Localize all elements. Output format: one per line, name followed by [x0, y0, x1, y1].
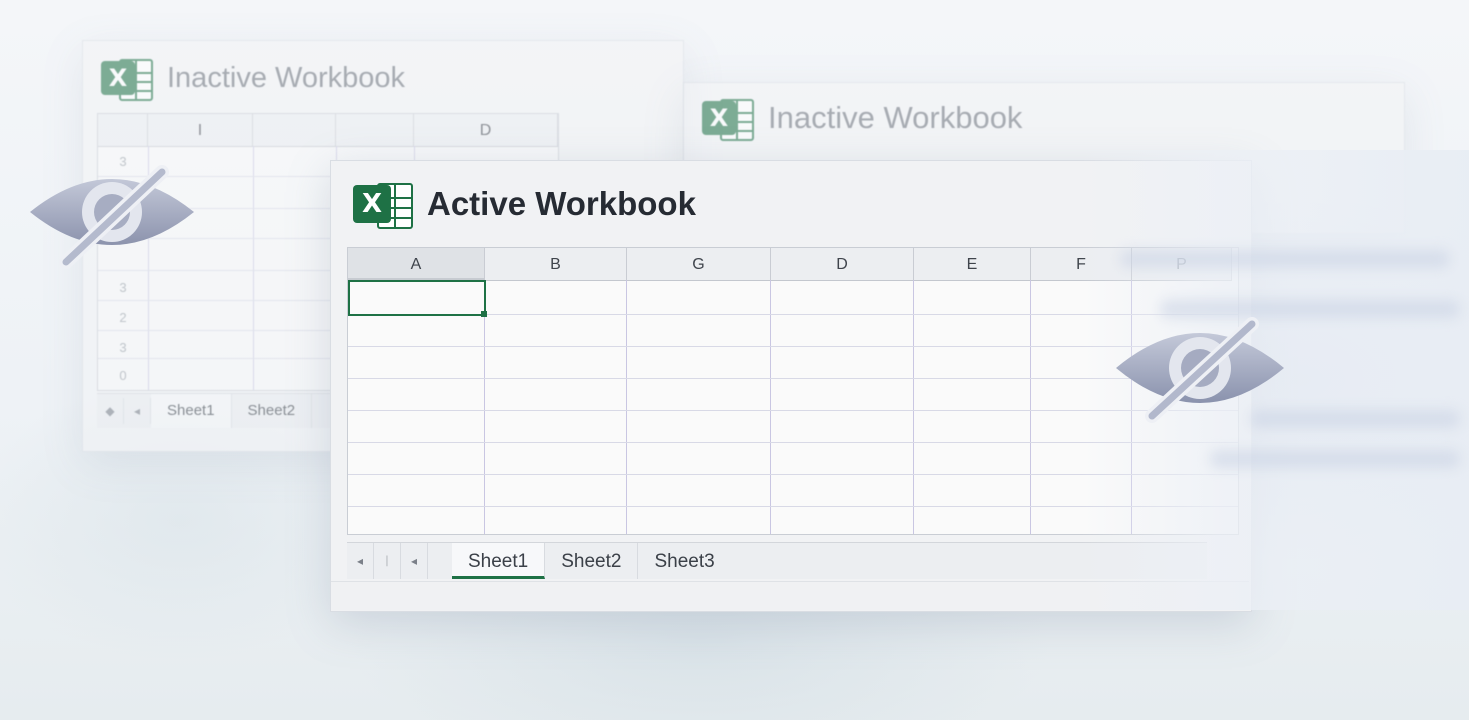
column-header-a[interactable]: A — [348, 248, 485, 280]
excel-icon: X — [101, 57, 153, 101]
window-title: Inactive Workbook — [768, 100, 1023, 135]
sheet-tab-bar: ◂ ᛁ ◂ Sheet1 Sheet2 Sheet3 — [347, 542, 1207, 579]
column-header-e[interactable]: E — [914, 248, 1031, 280]
sheet-nav-prev-button[interactable]: ◂ — [124, 398, 151, 424]
column-header[interactable]: D — [414, 114, 558, 146]
row-number: 2 — [119, 310, 127, 325]
active-cell-a1[interactable] — [348, 280, 486, 316]
column-header-b[interactable]: B — [485, 248, 627, 280]
eye-slash-icon — [30, 165, 194, 269]
tab-sheet1[interactable]: Sheet1 — [452, 543, 546, 579]
column-header-g[interactable]: G — [627, 248, 771, 280]
sheet-nav-prev-button[interactable]: ◂ — [401, 543, 428, 579]
column-headers: I D — [98, 114, 558, 147]
tab-sheet1[interactable]: Sheet1 — [151, 394, 232, 428]
motion-streak — [1210, 450, 1460, 468]
sheet-nav-button[interactable]: ◆ — [97, 398, 124, 424]
fill-handle[interactable] — [481, 311, 487, 317]
row-number: 3 — [119, 280, 127, 295]
row-number: 3 — [119, 340, 127, 355]
sheet-nav-first-button[interactable]: ◂ — [347, 543, 374, 579]
tab-sheet2[interactable]: Sheet2 — [545, 543, 639, 579]
eye-slash-icon — [1116, 317, 1284, 423]
excel-icon: X — [353, 181, 413, 229]
window-title: Active Workbook — [427, 185, 696, 222]
motion-streak — [1120, 250, 1450, 268]
window-title: Inactive Workbook — [167, 61, 406, 94]
corner-cell — [98, 114, 148, 146]
column-header[interactable] — [253, 114, 336, 146]
tab-sheet2[interactable]: Sheet2 — [232, 394, 313, 428]
excel-icon: X — [702, 97, 754, 141]
tab-sheet3[interactable]: Sheet3 — [638, 543, 730, 579]
sheet-nav-divider-button[interactable]: ᛁ — [374, 543, 401, 579]
title-bar: X Inactive Workbook — [101, 57, 406, 101]
column-header[interactable]: I — [148, 114, 253, 146]
title-bar: X Inactive Workbook — [702, 97, 1023, 141]
row-number: 0 — [119, 368, 127, 383]
column-header-d[interactable]: D — [771, 248, 914, 280]
column-header[interactable] — [336, 114, 414, 146]
title-bar: X Active Workbook — [353, 181, 696, 229]
